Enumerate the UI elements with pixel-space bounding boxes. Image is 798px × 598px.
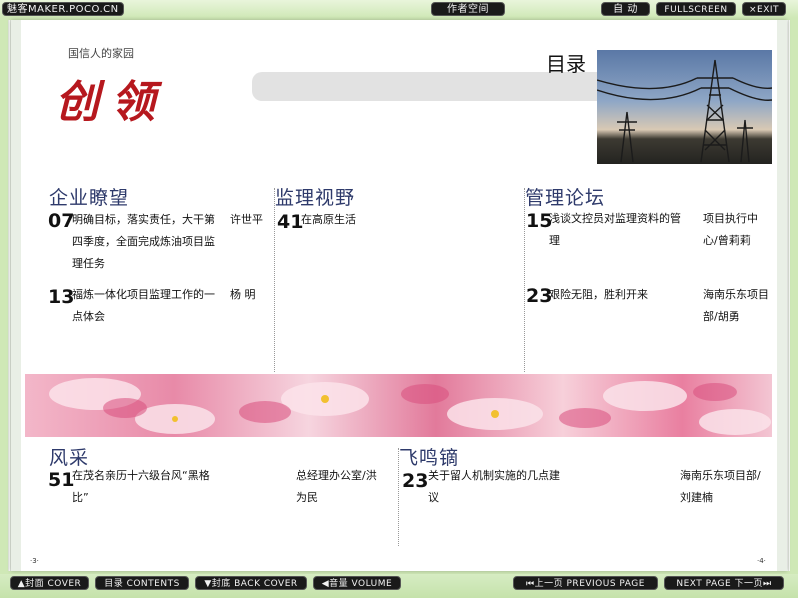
right-page-number: ·4· xyxy=(757,557,766,565)
entry-page-number: 13 xyxy=(48,286,75,308)
toc-entry-title[interactable]: 福炼一体化项目监理工作的一点体会 xyxy=(72,284,216,328)
toc-entry-author: 杨 明 xyxy=(230,288,256,301)
toc-entry-title[interactable]: 浅谈文控员对监理资料的管理 xyxy=(549,208,685,252)
toc-entry-title[interactable]: 在茂名亲历十六级台风“黑格比” xyxy=(72,465,222,509)
brand-link[interactable]: 魅客MAKER.POCO.CN xyxy=(2,2,124,16)
fullscreen-button[interactable]: FULLSCREEN xyxy=(656,2,736,16)
volume-button[interactable]: ◀音量 VOLUME xyxy=(313,576,401,590)
cover-button[interactable]: ▲封面 COVER xyxy=(10,576,89,590)
power-tower-photo xyxy=(597,50,772,164)
toc-entry-title[interactable]: 明确目标，落实责任，大干第四季度，全面完成炼油项目监理任务 xyxy=(72,209,216,275)
back-cover-button[interactable]: ▼封底 BACK COVER xyxy=(195,576,307,590)
entry-page-number: 23 xyxy=(402,470,429,492)
toc-entry-author: 海南乐东项目部/刘建楠 xyxy=(680,469,761,504)
toc-entry-title[interactable]: 在高原生活 xyxy=(301,209,501,231)
toc-entry-author: 海南乐东项目部/胡勇 xyxy=(703,288,769,323)
toc-entry-author: 许世平 xyxy=(230,213,263,226)
column-divider xyxy=(274,188,275,372)
left-page-number: ·3· xyxy=(30,557,39,565)
exit-button[interactable]: ×EXIT xyxy=(742,2,786,16)
column-divider xyxy=(524,188,525,372)
section-heading-enterprise: 企业瞭望 xyxy=(49,187,130,209)
magazine-logo: 创领 xyxy=(55,77,167,128)
toc-entry-author: 项目执行中心/曾莉莉 xyxy=(703,212,758,247)
entry-page-number: 07 xyxy=(48,210,75,232)
next-page-button[interactable]: NEXT PAGE 下一页⏭ xyxy=(664,576,784,590)
toc-entry-title[interactable]: 艰险无阻，胜利开来 xyxy=(549,284,685,306)
contents-button[interactable]: 目录 CONTENTS xyxy=(95,576,189,590)
flower-banner xyxy=(25,374,772,437)
author-space-button[interactable]: 作者空间 xyxy=(431,2,505,16)
toc-title: 目录 xyxy=(546,52,586,76)
section-heading-supervision: 监理视野 xyxy=(275,187,356,209)
section-heading-management: 管理论坛 xyxy=(525,187,606,209)
previous-page-button[interactable]: ⏮上一页 PREVIOUS PAGE xyxy=(513,576,658,590)
entry-page-number: 51 xyxy=(48,469,75,491)
toc-entry-title[interactable]: 关于留人机制实施的几点建议 xyxy=(428,465,564,509)
toc-entry-author: 总经理办公室/洪为民 xyxy=(296,469,377,504)
slogan: 国信人的家园 xyxy=(68,47,134,60)
entry-page-number: 41 xyxy=(277,211,304,233)
auto-play-button[interactable]: 自 动 xyxy=(601,2,650,16)
